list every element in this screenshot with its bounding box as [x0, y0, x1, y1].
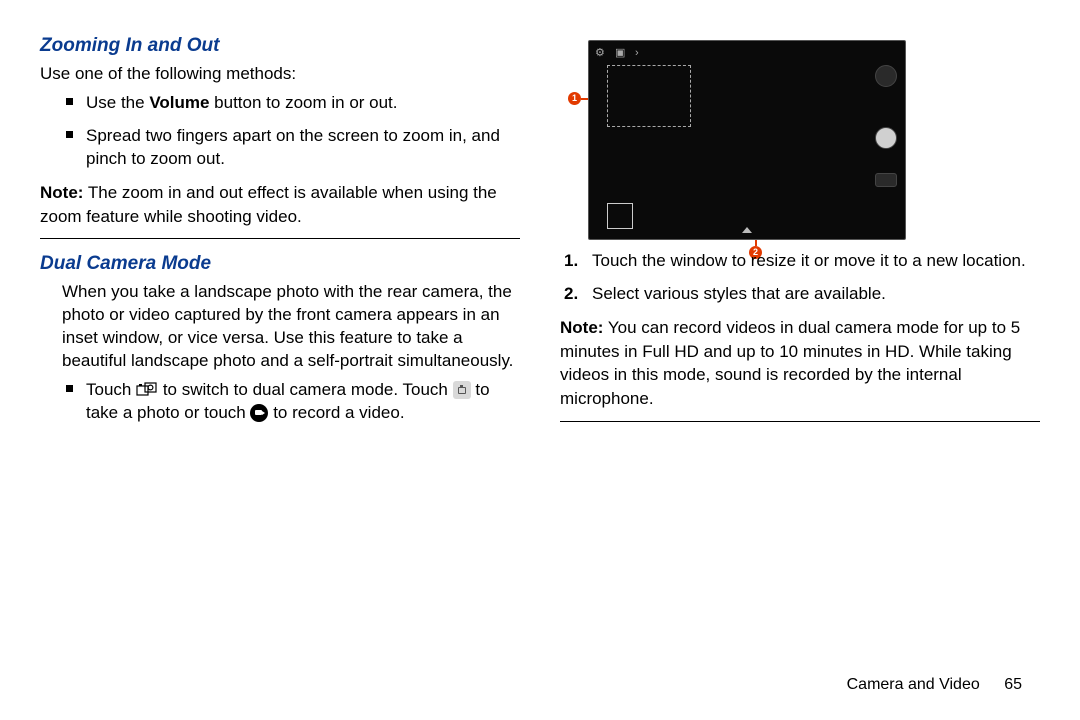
steps-list: 1. Touch the window to resize it or move… [560, 250, 1040, 306]
bullet-text: Spread two fingers apart on the screen t… [86, 126, 500, 168]
inset-window-outline [607, 65, 691, 127]
list-item: 2. Select various styles that are availa… [560, 283, 1040, 306]
camera-screenshot: ⚙ ▣ › [588, 40, 906, 240]
bullet-seg-a: Touch [86, 380, 136, 399]
screenshot-illustration: 1 2 ⚙ ▣ › [568, 40, 908, 240]
page-number: 65 [1004, 676, 1022, 693]
note-label: Note: [560, 318, 603, 337]
step-number: 1. [564, 250, 578, 273]
heading-dualcamera: Dual Camera Mode [40, 253, 520, 275]
note-label: Note: [40, 183, 83, 202]
callout-1: 1 [568, 92, 581, 105]
chevron-right-icon: › [635, 47, 647, 59]
chapter-name: Camera and Video [847, 676, 980, 693]
dual-camera-icon [136, 382, 158, 398]
note-dualcamera-record: Note: You can record videos in dual came… [560, 316, 1040, 411]
step-text: Select various styles that are available… [592, 284, 886, 303]
dualcamera-list: Touch to switch to dual camera mode. Tou… [40, 379, 520, 425]
dualcamera-para: When you take a landscape photo with the… [62, 281, 520, 373]
bullet-text-post: button to zoom in or out. [209, 93, 397, 112]
note-zoom: Note: The zoom in and out effect is avai… [40, 181, 520, 229]
bullet-bold: Volume [149, 93, 209, 112]
chevron-up-icon [742, 227, 752, 233]
note-body: The zoom in and out effect is available … [40, 183, 497, 226]
gear-icon: ⚙ [595, 47, 607, 59]
bullet-seg-b: to switch to dual camera mode. Touch [163, 380, 453, 399]
record-button-icon [875, 65, 897, 87]
divider [40, 238, 520, 239]
list-item: Use the Volume button to zoom in or out. [40, 92, 520, 115]
screenshot-top-icons: ⚙ ▣ › [595, 47, 647, 59]
note-body: You can record videos in dual camera mod… [560, 318, 1020, 408]
mode-button-icon [875, 173, 897, 187]
bullet-text-pre: Use the [86, 93, 149, 112]
dual-camera-icon: ▣ [615, 47, 627, 59]
list-item: Spread two fingers apart on the screen t… [40, 125, 520, 171]
intro-text: Use one of the following methods: [40, 63, 520, 86]
thumbnail-box [607, 203, 633, 229]
left-column: Zooming In and Out Use one of the follow… [40, 35, 520, 436]
page-footer: Camera and Video 65 [847, 676, 1022, 694]
list-item: 1. Touch the window to resize it or move… [560, 250, 1040, 273]
step-text: Touch the window to resize it or move it… [592, 251, 1026, 270]
record-icon [250, 404, 268, 422]
heading-zooming: Zooming In and Out [40, 35, 520, 57]
right-column: 1 2 ⚙ ▣ › 1. Touch the window [560, 35, 1040, 436]
shutter-button-icon [875, 127, 897, 149]
bullet-seg-d: to record a video. [273, 403, 404, 422]
camera-icon [453, 381, 471, 399]
step-number: 2. [564, 283, 578, 306]
list-item: Touch to switch to dual camera mode. Tou… [40, 379, 520, 425]
divider [560, 421, 1040, 422]
zoom-methods-list: Use the Volume button to zoom in or out.… [40, 92, 520, 171]
